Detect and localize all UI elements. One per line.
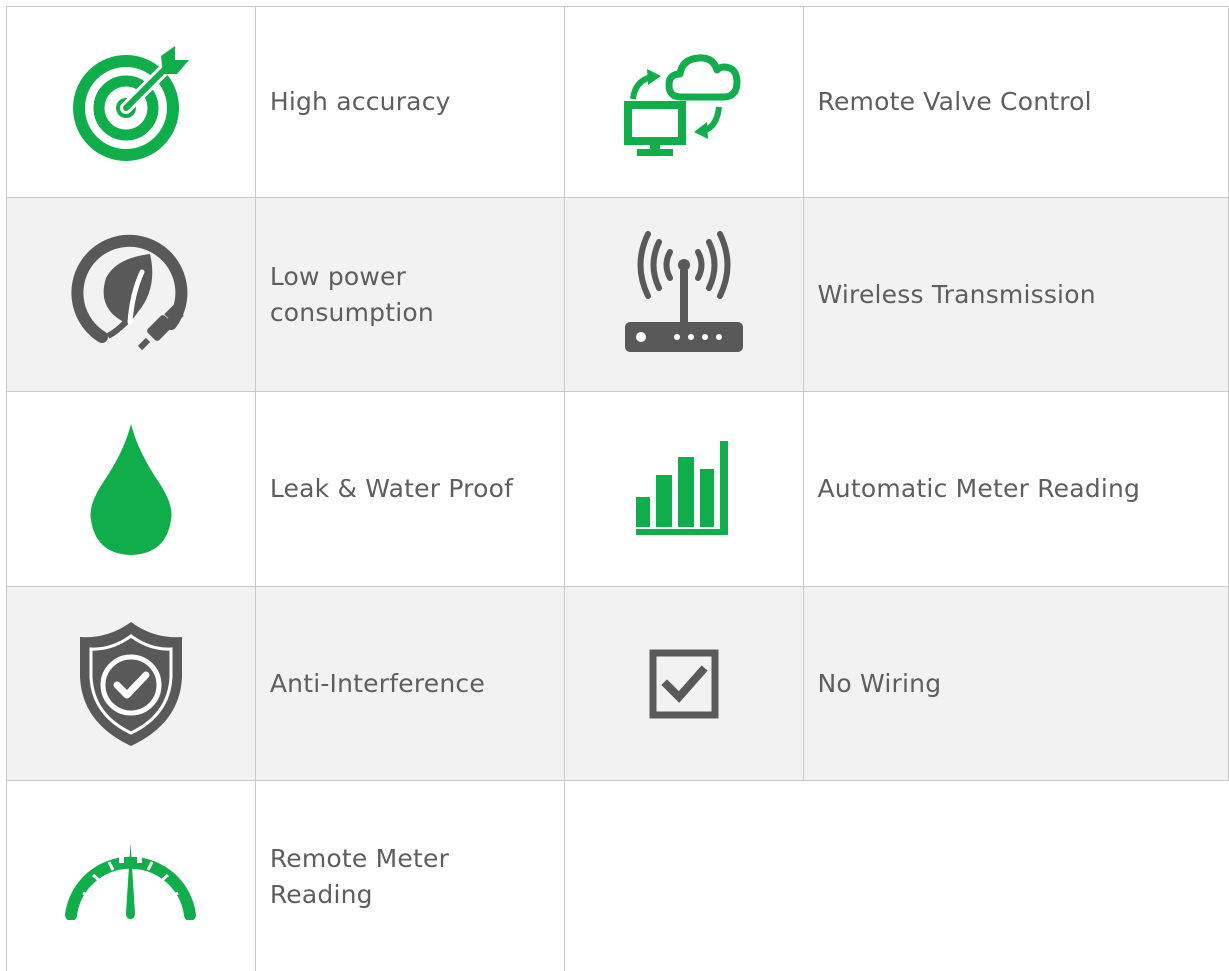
feature-row: Remote Meter Reading bbox=[6, 780, 1229, 971]
feature-label: Automatic Meter Reading bbox=[802, 391, 1229, 587]
feature-icon-cell bbox=[6, 586, 256, 781]
feature-icon-cell bbox=[563, 6, 804, 198]
feature-grid: High accuracy Remote Valve Control Low p… bbox=[0, 0, 1229, 971]
feature-row: Anti-Interference No Wiring bbox=[6, 586, 1229, 781]
feature-icon-cell bbox=[6, 780, 256, 971]
feature-table: High accuracy Remote Valve Control Low p… bbox=[6, 6, 1229, 971]
feature-row: High accuracy Remote Valve Control bbox=[6, 6, 1229, 198]
feature-label: Low power consumption bbox=[254, 197, 565, 392]
shield-check-icon bbox=[7, 619, 255, 749]
feature-label: Remote Valve Control bbox=[802, 6, 1229, 198]
feature-icon-cell bbox=[6, 197, 256, 392]
bar-chart-icon bbox=[565, 439, 803, 539]
cloud-sync-icon bbox=[565, 45, 803, 160]
feature-label: No Wiring bbox=[802, 586, 1229, 781]
gauge-icon bbox=[7, 835, 255, 920]
feature-label: High accuracy bbox=[254, 6, 565, 198]
feature-icon-cell bbox=[563, 586, 804, 781]
feature-label: Wireless Transmission bbox=[802, 197, 1229, 392]
feature-icon-cell bbox=[6, 391, 256, 587]
feature-label: Anti-Interference bbox=[254, 586, 565, 781]
empty-cell bbox=[563, 780, 1229, 971]
feature-icon-cell bbox=[563, 197, 804, 392]
feature-icon-cell bbox=[6, 6, 256, 198]
feature-row: Leak & Water Proof Automatic Meter Readi… bbox=[6, 391, 1229, 587]
router-icon bbox=[565, 230, 803, 360]
checkbox-icon bbox=[565, 649, 803, 719]
water-drop-icon bbox=[7, 422, 255, 557]
target-icon bbox=[7, 42, 255, 162]
feature-icon-cell bbox=[563, 391, 804, 587]
feature-label: Leak & Water Proof bbox=[254, 391, 565, 587]
feature-label: Remote Meter Reading bbox=[254, 780, 565, 971]
feature-row: Low power consumption Wireless Transmiss… bbox=[6, 197, 1229, 392]
eco-plug-icon bbox=[7, 232, 255, 357]
